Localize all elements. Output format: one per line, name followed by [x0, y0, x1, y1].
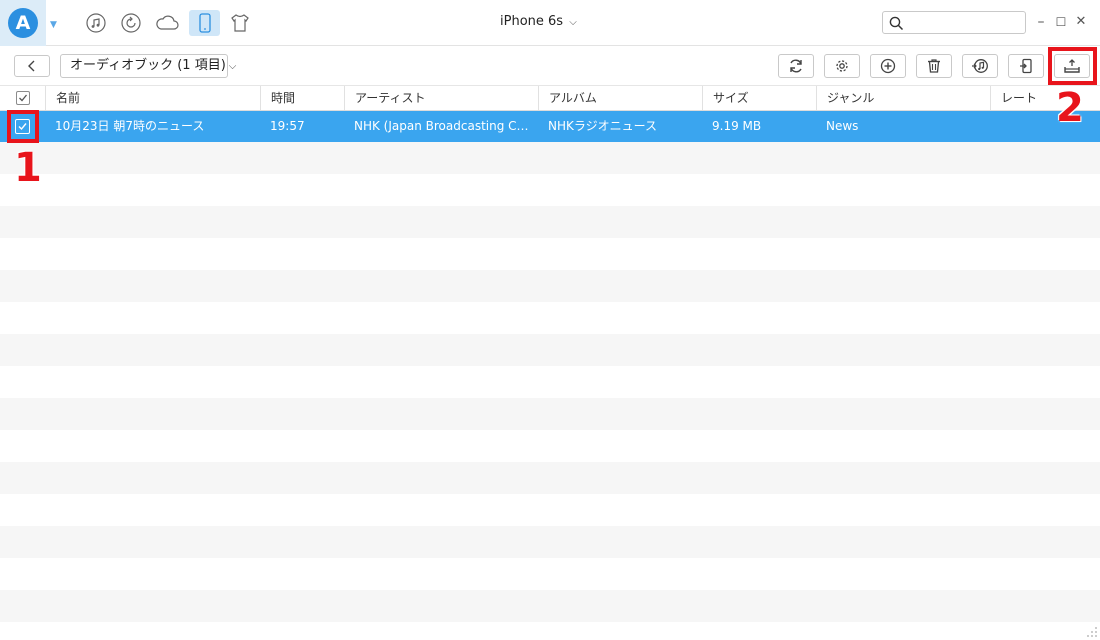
- search-icon: [889, 16, 904, 31]
- empty-row: [0, 206, 1100, 238]
- cell-genre: News: [826, 119, 859, 133]
- cell-album: NHKラジオニュース: [548, 119, 658, 133]
- chevron-down-icon: ⌵: [228, 61, 237, 72]
- select-all-checkbox[interactable]: [16, 91, 30, 105]
- search-input[interactable]: [909, 14, 1021, 31]
- title-bar: A ▼ iPhone 6s ⌵ – ☐ ✕: [0, 0, 1100, 46]
- restore-icon: [121, 13, 141, 33]
- cell-artist: NHK (Japan Broadcasting Corp...: [354, 119, 534, 133]
- nav-toolbox-button[interactable]: [226, 10, 254, 36]
- chevron-down-icon: ⌵: [569, 17, 577, 28]
- cell-size: 9.19 MB: [712, 119, 762, 133]
- column-header-size[interactable]: サイズ: [702, 86, 816, 110]
- column-header-artist[interactable]: アーティスト: [344, 86, 538, 110]
- cell-name: 10月23日 朝7時のニュース: [55, 119, 205, 133]
- settings-button[interactable]: [824, 54, 860, 78]
- minimize-button[interactable]: –: [1034, 14, 1048, 30]
- app-menu-chevron-icon[interactable]: ▼: [50, 20, 57, 30]
- table-header: 名前 時間 アーティスト アルバム サイズ ジャンル レート: [0, 86, 1100, 111]
- add-button[interactable]: [870, 54, 906, 78]
- to-computer-button[interactable]: [1008, 54, 1044, 78]
- callout-number-2: 2: [1056, 85, 1084, 131]
- callout-box-2: [1048, 47, 1097, 85]
- device-name-label: iPhone 6s: [500, 14, 564, 29]
- callout-number-1: 1: [14, 145, 42, 191]
- refresh-icon: [790, 59, 802, 73]
- cloud-icon: [156, 15, 179, 30]
- delete-button[interactable]: [916, 54, 952, 78]
- device-selector[interactable]: iPhone 6s ⌵: [500, 14, 577, 29]
- empty-row: [0, 270, 1100, 302]
- back-button[interactable]: [14, 55, 50, 77]
- nav-device-button[interactable]: [189, 10, 220, 36]
- empty-row: [0, 334, 1100, 366]
- settings-icon: [836, 60, 848, 72]
- app-logo-icon: A: [8, 8, 38, 38]
- nav-icloud-button[interactable]: [153, 10, 181, 36]
- table-body: [0, 111, 1100, 640]
- close-button[interactable]: ✕: [1074, 14, 1088, 30]
- refresh-button[interactable]: [778, 54, 814, 78]
- music-icon: [86, 13, 106, 33]
- search-box[interactable]: [882, 11, 1026, 34]
- toolbar: オーディオブック (1 項目) ⌵: [0, 46, 1100, 86]
- to-itunes-icon: [972, 59, 988, 73]
- cell-time: 19:57: [270, 119, 305, 133]
- tshirt-icon: [231, 14, 249, 32]
- delete-icon: [928, 59, 940, 73]
- app-logo[interactable]: A: [0, 0, 46, 46]
- nav-music-button[interactable]: [82, 10, 110, 36]
- to-computer-icon: [1020, 58, 1032, 74]
- empty-row: [0, 590, 1100, 622]
- column-header-album[interactable]: アルバム: [538, 86, 702, 110]
- empty-row: [0, 142, 1100, 174]
- add-icon: [880, 58, 896, 74]
- empty-row: [0, 462, 1100, 494]
- chevron-left-icon: [28, 60, 35, 72]
- category-dropdown-label: オーディオブック (1 項目): [70, 58, 226, 73]
- resize-grip-icon[interactable]: [1086, 626, 1098, 638]
- callout-box-1: [7, 110, 39, 143]
- empty-row: [0, 398, 1100, 430]
- category-dropdown[interactable]: オーディオブック (1 項目) ⌵: [60, 54, 236, 78]
- to-itunes-button[interactable]: [962, 54, 998, 78]
- column-header-name[interactable]: 名前: [45, 86, 260, 110]
- nav-restore-button[interactable]: [117, 10, 145, 36]
- maximize-button[interactable]: ☐: [1054, 14, 1068, 30]
- check-icon: [19, 94, 28, 102]
- table-row[interactable]: 10月23日 朝7時のニュース 19:57 NHK (Japan Broadca…: [0, 111, 1100, 142]
- phone-icon: [198, 13, 211, 33]
- column-header-time[interactable]: 時間: [260, 86, 344, 110]
- empty-row: [0, 526, 1100, 558]
- column-header-genre[interactable]: ジャンル: [816, 86, 990, 110]
